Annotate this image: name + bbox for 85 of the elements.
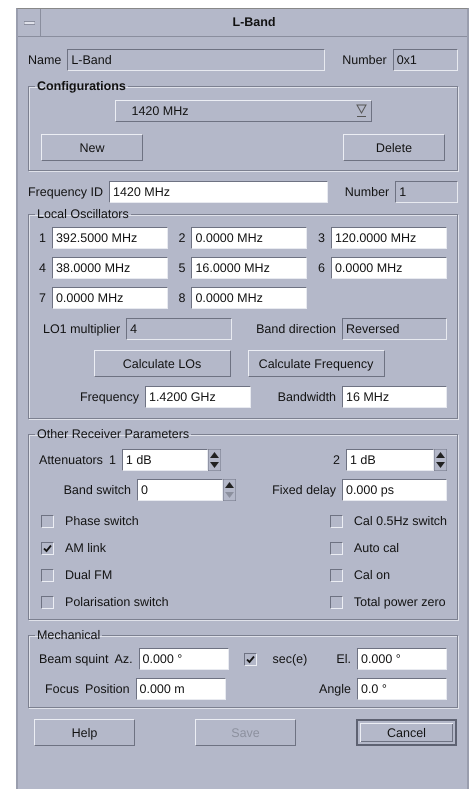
field-label: Band switch <box>62 483 131 497</box>
field-label: El. <box>336 652 351 666</box>
checkbox-label: Total power zero <box>354 595 446 609</box>
spinner-icon[interactable] <box>434 449 447 471</box>
field-label: Bandwidth <box>278 390 336 404</box>
checkbox[interactable] <box>244 652 257 666</box>
group-title: Other Receiver Parameters <box>36 427 190 441</box>
oscillator-number: 6 <box>318 261 325 275</box>
group-title: Local Oscillators <box>36 207 130 221</box>
angle-field[interactable]: 0.0 ° <box>357 678 447 700</box>
checkbox-label: Cal 0.5Hz switch <box>354 514 447 528</box>
frequency-id-field[interactable]: 1420 MHz <box>109 181 328 203</box>
oscillator-field[interactable]: 0.0000 MHz <box>191 287 308 309</box>
window-menu-icon[interactable] <box>24 20 34 24</box>
oscillator-field[interactable]: 0.0000 MHz <box>330 257 447 279</box>
field-label: Focus <box>45 682 80 696</box>
name-field[interactable]: L-Band <box>67 49 325 71</box>
oscillator-number: 7 <box>39 291 46 305</box>
checkbox[interactable] <box>41 568 54 582</box>
group-title: Mechanical <box>36 628 102 642</box>
checkbox-label: Dual FM <box>65 568 112 582</box>
band-direction-field[interactable]: Reversed <box>342 318 447 340</box>
checkbox-label: sec(e) <box>272 652 308 666</box>
configuration-dropdown[interactable]: 1420 MHz <box>114 100 372 122</box>
oscillator-number: 2 <box>178 231 186 245</box>
oscillator-number: 8 <box>178 291 186 305</box>
band-switch-field[interactable]: 0 <box>137 479 223 501</box>
number-field[interactable]: 0x1 <box>392 49 458 71</box>
attenuator-number: 2 <box>333 453 340 467</box>
window-title: L-Band <box>231 14 277 31</box>
cancel-button[interactable]: Cancel <box>356 719 457 746</box>
number-field[interactable]: 1 <box>395 181 458 203</box>
azimuth-field[interactable]: 0.000 ° <box>138 648 229 670</box>
attenuator-field[interactable]: 1 dB <box>346 449 434 471</box>
oscillator-field[interactable]: 16.0000 MHz <box>191 257 308 279</box>
checkbox-label: Auto cal <box>354 541 400 555</box>
checkbox-label: Phase switch <box>65 514 139 528</box>
attenuator-number: 1 <box>108 453 116 467</box>
field-label: Number <box>344 185 390 199</box>
field-label: Fixed delay <box>272 483 336 497</box>
position-field[interactable]: 0.000 m <box>136 678 226 700</box>
field-label: LO1 multiplier <box>43 322 120 336</box>
fixed-delay-field[interactable]: 0.000 ps <box>342 479 447 501</box>
field-label: Az. <box>114 652 133 666</box>
dropdown-icon <box>356 104 366 118</box>
checkbox[interactable] <box>41 542 54 554</box>
help-button[interactable]: Help <box>34 719 135 746</box>
calculate-frequency-button[interactable]: Calculate Frequency <box>248 350 384 377</box>
multiplier-field[interactable]: 4 <box>126 318 232 340</box>
elevation-field[interactable]: 0.000 ° <box>357 648 447 670</box>
checkbox[interactable] <box>41 514 54 528</box>
field-label: Angle <box>319 682 351 696</box>
oscillator-field[interactable]: 392.5000 MHz <box>52 227 168 249</box>
field-label: Frequency <box>78 390 139 404</box>
field-label: Position <box>85 682 130 696</box>
oscillator-number: 3 <box>318 231 325 245</box>
field-label: Frequency ID <box>28 185 104 199</box>
checkbox[interactable] <box>330 596 343 608</box>
frequency-field[interactable]: 1.4200 GHz <box>145 386 251 408</box>
oscillator-field[interactable]: 38.0000 MHz <box>52 257 168 279</box>
field-label: Beam squint <box>39 652 108 666</box>
checkbox[interactable] <box>330 542 343 554</box>
oscillator-field[interactable]: 0.0000 MHz <box>191 227 308 249</box>
field-label: Attenuators <box>39 453 103 467</box>
field-label: Name <box>28 53 62 67</box>
oscillator-number: 4 <box>39 261 46 275</box>
checkbox[interactable] <box>330 568 343 582</box>
checkbox[interactable] <box>41 596 54 608</box>
oscillator-number: 5 <box>178 261 186 275</box>
delete-button[interactable]: Delete <box>343 134 445 161</box>
calculate-los-button[interactable]: Calculate LOs <box>94 350 230 377</box>
field-label: Number <box>342 53 387 67</box>
bandwidth-field[interactable]: 16 MHz <box>342 386 447 408</box>
field-label: Band direction <box>256 322 336 336</box>
checkbox-label: Polarisation switch <box>65 595 169 609</box>
spinner-icon[interactable] <box>208 449 221 471</box>
checkbox[interactable] <box>330 514 343 528</box>
attenuator-field[interactable]: 1 dB <box>122 449 208 471</box>
oscillator-field[interactable]: 0.0000 MHz <box>52 287 168 309</box>
checkbox-label: AM link <box>65 541 106 555</box>
oscillator-number: 1 <box>39 231 46 245</box>
new-button[interactable]: New <box>41 134 143 161</box>
group-title: Configurations <box>36 79 127 93</box>
checkbox-label: Cal on <box>354 568 390 582</box>
oscillator-field[interactable]: 120.0000 MHz <box>330 227 447 249</box>
